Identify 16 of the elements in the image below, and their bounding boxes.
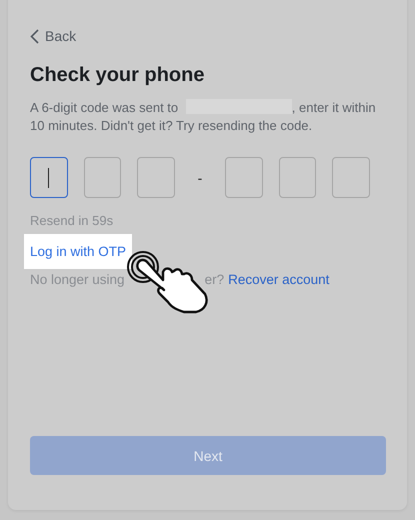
code-digit-field[interactable]: [137, 157, 176, 198]
code-digit-field[interactable]: [84, 157, 122, 198]
recover-prompt-end: er?: [204, 272, 224, 287]
recover-account-link[interactable]: Recover account: [228, 272, 330, 287]
code-digit-field[interactable]: [278, 157, 316, 198]
otp-login-link[interactable]: Log in with OTP: [24, 234, 132, 269]
chevron-left-icon: [30, 28, 39, 44]
code-digit-field[interactable]: [30, 157, 68, 198]
instruction-text: A 6-digit code was sent to , enter it within 10 minutes. Didn't get it? Try resending the code.: [30, 99, 377, 135]
separator: -: [196, 170, 204, 186]
resend-timer: Resend in 59s: [30, 213, 114, 228]
code-digit-field[interactable]: [224, 157, 263, 198]
back-link[interactable]: Back: [30, 28, 76, 44]
recover-prompt: No longer using: [30, 272, 125, 287]
code-digit-field[interactable]: [332, 157, 370, 198]
page-title: Check your phone: [30, 64, 206, 87]
